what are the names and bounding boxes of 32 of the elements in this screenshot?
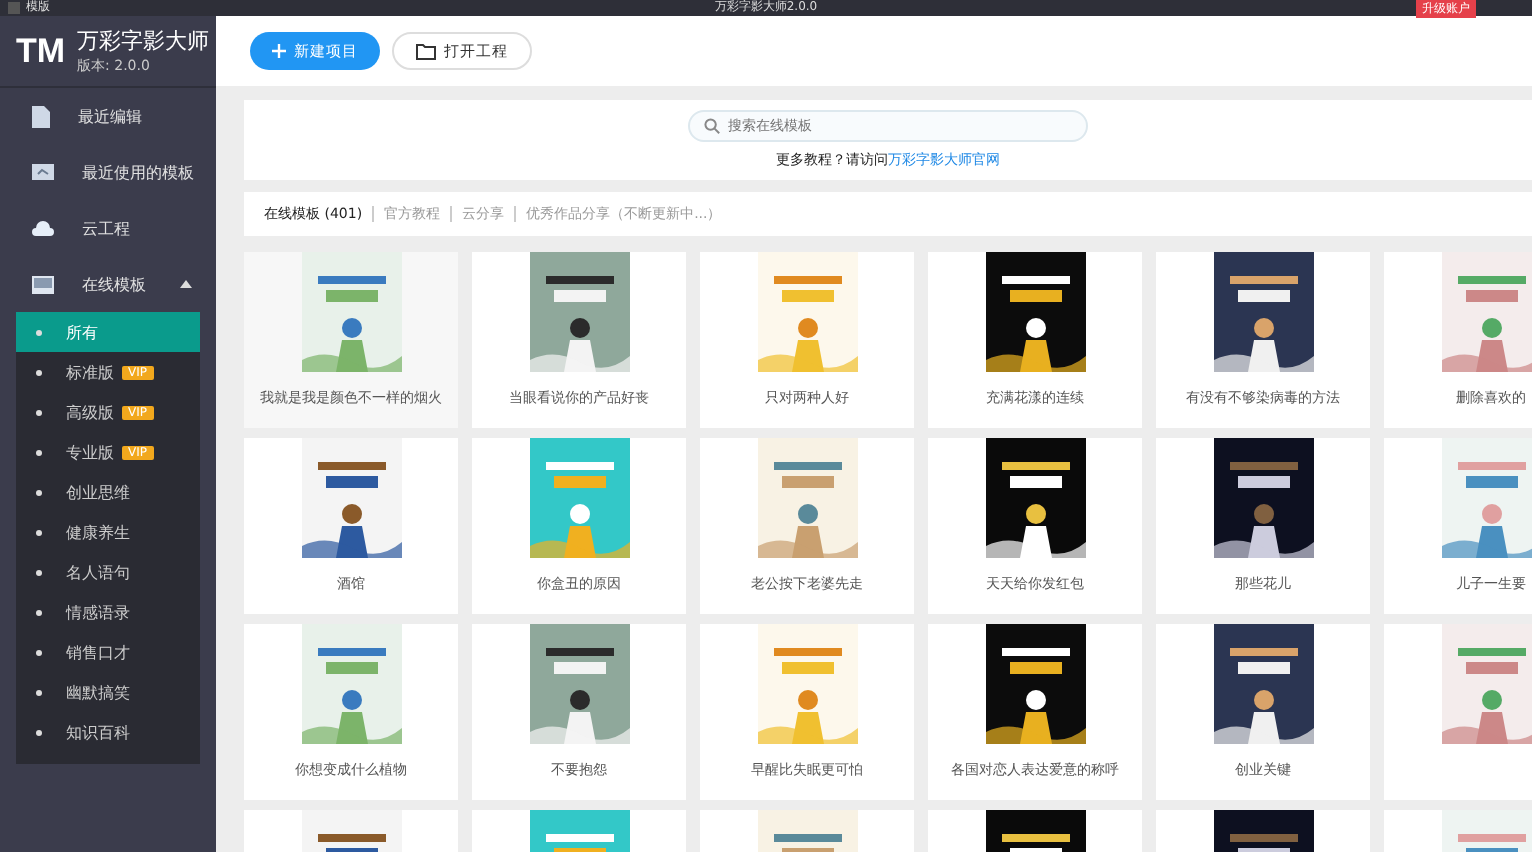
monitor-icon <box>32 164 54 180</box>
sidebar-subitem[interactable]: 情感语录 <box>16 592 200 632</box>
bullet-icon <box>36 489 42 495</box>
sidebar-subitem[interactable]: 健康养生 <box>16 512 200 552</box>
sidebar-item[interactable]: 在线模板 <box>0 256 216 312</box>
sidebar-subitem[interactable]: 幽默搞笑 <box>16 672 200 712</box>
sidebar-subitem[interactable]: 知识百科 <box>16 712 200 752</box>
bullet-icon <box>36 329 42 335</box>
app-name: 万彩字影大师 <box>77 26 210 56</box>
bullet-icon <box>36 649 42 655</box>
bullet-icon <box>36 729 42 735</box>
folder-icon <box>416 43 436 59</box>
sidebar-subitem[interactable]: 创业思维 <box>16 472 200 512</box>
cloud-icon <box>32 220 54 236</box>
sidebar-item[interactable]: 最近使用的模板 <box>0 144 216 200</box>
sidebar-subitem[interactable]: 销售口才 <box>16 632 200 672</box>
bullet-icon <box>36 689 42 695</box>
bullet-icon <box>36 569 42 575</box>
sidebar-subitem[interactable]: 名人语句 <box>16 552 200 592</box>
bullet-icon <box>36 529 42 535</box>
sidebar-item[interactable]: 云工程 <box>0 200 216 256</box>
bullet-icon <box>36 449 42 455</box>
template-icon <box>32 275 54 293</box>
search-icon <box>704 118 720 134</box>
logo: TM <box>16 31 66 71</box>
document-icon <box>32 105 50 127</box>
bullet-icon <box>36 369 42 375</box>
bullet-icon <box>36 409 42 415</box>
bullet-icon <box>36 609 42 615</box>
plus-icon <box>272 44 286 58</box>
sidebar-item[interactable]: 最近编辑 <box>0 88 216 144</box>
app-icon <box>8 2 20 14</box>
